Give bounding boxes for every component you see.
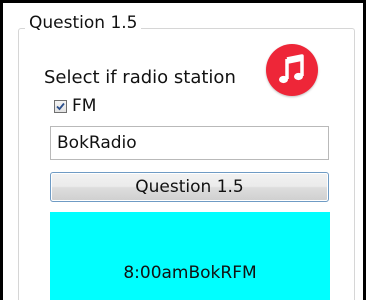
fm-checkbox-row[interactable]: FM xyxy=(54,96,96,116)
music-note-glyph xyxy=(279,54,304,84)
checkmark-icon xyxy=(56,102,65,110)
music-note-icon[interactable] xyxy=(266,44,318,96)
fm-checkbox-label: FM xyxy=(72,96,97,116)
question-button[interactable]: Question 1.5 xyxy=(50,172,329,202)
station-input[interactable] xyxy=(50,126,329,160)
output-panel: 8:00amBokRFM xyxy=(50,212,330,300)
fm-checkbox[interactable] xyxy=(54,99,67,113)
groupbox-title: Question 1.5 xyxy=(25,12,142,34)
prompt-label: Select if radio station xyxy=(44,67,236,88)
output-text: 8:00amBokRFM xyxy=(123,263,257,283)
